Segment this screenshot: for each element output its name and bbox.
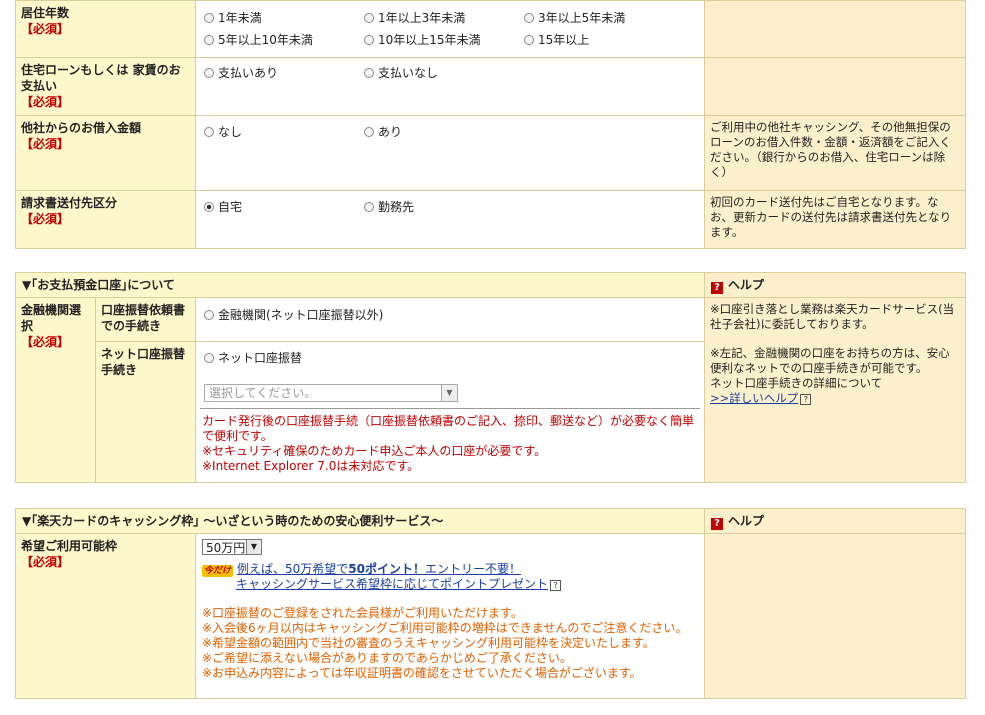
bank-note-1: カード発行後の口座振替手続（口座振替依頼書のご記入、捺印、郵送など）が必要なく簡…	[202, 414, 695, 443]
chevron-down-icon[interactable]: ▼	[246, 540, 261, 554]
radio-icon[interactable]	[524, 35, 534, 45]
other-loans-option-yes[interactable]: あり	[364, 124, 402, 140]
cashing-label: 希望ご利用可能枠	[21, 539, 118, 553]
bank-notes: カード発行後の口座振替手続（口座振替依頼書のご記入、捺印、郵送など）が必要なく簡…	[202, 414, 698, 474]
bank-note-3: ※Internet Explorer 7.0は未対応です。	[202, 459, 420, 473]
residence-option-1[interactable]: 1年以上3年未満	[364, 10, 465, 26]
residence-help-cell	[704, 0, 966, 58]
radio-icon[interactable]	[364, 35, 374, 45]
housing-label: 住宅ローンもしくは 家賃のお支払い	[21, 63, 181, 93]
help-icon: ?	[711, 518, 724, 530]
billing-options: 自宅 勤務先	[195, 190, 705, 249]
billing-label-cell: 請求書送付先区分 【必須】	[15, 190, 196, 249]
cashing-note: ※お申込み内容によっては年収証明書の確認をさせていただく場合がございます。	[202, 666, 642, 680]
cashing-note: ※希望金額の範囲内で当社の審査のうえキャッシング利用可能枠を決定いたします。	[202, 636, 655, 650]
other-loans-label: 他社からのお借入金額	[21, 121, 142, 135]
chevron-down-icon[interactable]: ▼	[441, 385, 457, 401]
other-loans-required: 【必須】	[21, 137, 70, 151]
cashing-help-cell	[704, 533, 967, 699]
radio-icon[interactable]	[204, 310, 214, 320]
bank-sub2-label: ネット口座振替手続き	[95, 341, 196, 483]
residence-option-0[interactable]: 1年未満	[204, 10, 262, 26]
other-loans-option-none[interactable]: なし	[204, 124, 242, 140]
cashing-label-cell: 希望ご利用可能枠 【必須】	[15, 533, 196, 699]
residence-option-3[interactable]: 5年以上10年未満	[204, 32, 313, 48]
radio-icon[interactable]	[524, 13, 534, 23]
bank-sub2-option-cell: ネット口座振替 選択してください。 ▼ カード発行後の口座振替手続（口座振替依頼書…	[194, 341, 706, 483]
bank-label-cell: 金融機関選択 【必須】	[15, 297, 96, 483]
radio-icon[interactable]	[364, 127, 374, 137]
other-loans-help: ご利用中の他社キャッシング、その他無担保のローンのお借入件数・金額・返済額をご記…	[704, 115, 966, 191]
bank-sub1-label: 口座振替依頼書での手続き	[95, 297, 196, 342]
radio-icon[interactable]	[204, 127, 214, 137]
billing-option-home[interactable]: 自宅	[204, 199, 242, 215]
cashing-note: ※ご希望に添えない場合がありますのであらかじめご了承ください。	[202, 651, 572, 665]
promo-detail-link[interactable]: キャッシングサービス希望枠に応じてポイントプレゼント	[236, 577, 548, 591]
residence-option-5[interactable]: 15年以上	[524, 32, 589, 48]
residence-label: 居住年数	[21, 6, 70, 20]
radio-icon[interactable]	[204, 353, 214, 363]
cashing-section-title: ▼｢楽天カードのキャッシング枠｣ ～いざという時のための安心便利サービス～	[14, 508, 706, 534]
billing-label: 請求書送付先区分	[21, 196, 118, 210]
detailed-help-link[interactable]: >>詳しいヘルプ	[710, 391, 798, 405]
radio-icon[interactable]	[364, 68, 374, 78]
bank-help-link-row: >>詳しいヘルプ?	[710, 391, 960, 406]
promo-line-2: キャッシングサービス希望枠に応じてポイントプレゼント?	[202, 577, 698, 592]
cashing-required: 【必須】	[21, 555, 70, 569]
cashing-notes: ※口座振替のご登録をされた会員様がご利用いただけます。 ※入会後6ヶ月以内はキャ…	[202, 606, 698, 681]
bank-option-net[interactable]: ネット口座振替	[204, 350, 302, 366]
bank-sub1-option-cell: 金融機関(ネット口座振替以外)	[194, 297, 706, 342]
bank-help-1: ※口座引き落とし業務は楽天カードサービス(当社子会社)に委託しております。	[710, 302, 955, 331]
radio-icon[interactable]	[364, 13, 374, 23]
promo-line-1: 今だけ 例えば、50万希望で50ポイント！エントリー不要！	[202, 562, 698, 577]
bank-help-3: ネット口座手続きの詳細について	[710, 376, 883, 390]
bank-help-2: ※左記、金融機関の口座をお持ちの方は、安心便利なネットでの口座手続きが可能です。	[710, 346, 950, 375]
limited-time-badge: 今だけ	[202, 565, 234, 577]
other-loans-options: なし あり	[195, 115, 705, 191]
cashing-section-table: ▼｢楽天カードのキャッシング枠｣ ～いざという時のための安心便利サービス～ ? ヘ…	[14, 508, 967, 699]
residence-option-2[interactable]: 3年以上5年未満	[524, 10, 625, 26]
housing-options: 支払いあり 支払いなし	[195, 57, 705, 116]
other-loans-label-cell: 他社からのお借入金額 【必須】	[15, 115, 196, 191]
question-icon: ?	[550, 580, 562, 591]
question-icon: ?	[800, 394, 812, 405]
bank-help-header: ? ヘルプ	[704, 272, 967, 298]
promo-link[interactable]: 例えば、50万希望で50ポイント！エントリー不要！	[237, 562, 521, 576]
radio-icon[interactable]	[204, 13, 214, 23]
housing-label-cell: 住宅ローンもしくは 家賃のお支払い 【必須】	[15, 57, 196, 116]
housing-option-yes[interactable]: 支払いあり	[204, 65, 278, 81]
bank-section-title: ▼｢お支払預金口座｣について	[14, 272, 706, 298]
bank-select[interactable]: 選択してください。 ▼	[204, 384, 458, 402]
radio-icon[interactable]	[204, 35, 214, 45]
bank-help-cell: ※口座引き落とし業務は楽天カードサービス(当社子会社)に委託しております。 ※左…	[704, 297, 967, 483]
housing-option-no[interactable]: 支払いなし	[364, 65, 438, 81]
radio-icon[interactable]	[364, 202, 374, 212]
bank-section-table: ▼｢お支払預金口座｣について ? ヘルプ 金融機関選択 【必須】 口座振替依頼書で…	[14, 272, 967, 483]
divider	[200, 408, 701, 409]
radio-icon[interactable]	[204, 68, 214, 78]
personal-info-table: 居住年数 【必須】 1年未満 1年以上3年未満 3年以上5年未満 5年以上10年…	[15, 0, 966, 249]
bank-note-2: ※セキュリティ確保のためカード申込ご本人の口座が必要です。	[202, 444, 547, 458]
cashing-help-header: ? ヘルプ	[704, 508, 967, 534]
help-icon: ?	[711, 282, 724, 294]
residence-required: 【必須】	[21, 22, 70, 36]
residence-options: 1年未満 1年以上3年未満 3年以上5年未満 5年以上10年未満 10年以上15…	[195, 0, 705, 58]
billing-option-work[interactable]: 勤務先	[364, 199, 414, 215]
housing-required: 【必須】	[21, 95, 70, 109]
bank-option-standard[interactable]: 金融機関(ネット口座振替以外)	[204, 307, 383, 323]
housing-help-cell	[704, 57, 966, 116]
residence-option-4[interactable]: 10年以上15年未満	[364, 32, 481, 48]
cashing-amount-select[interactable]: 50万円 ▼	[202, 539, 262, 555]
cashing-note: ※入会後6ヶ月以内はキャッシングご利用可能枠の増枠はできませんのでご注意ください…	[202, 621, 688, 635]
billing-required: 【必須】	[21, 212, 70, 226]
billing-help: 初回のカード送付先はご自宅となります。なお、更新カードの送付先は請求書送付先とな…	[704, 190, 966, 249]
cashing-value-cell: 50万円 ▼ 今だけ 例えば、50万希望で50ポイント！エントリー不要！ キャッシン…	[194, 533, 706, 699]
bank-label: 金融機関選択	[21, 303, 82, 333]
cashing-note: ※口座振替のご登録をされた会員様がご利用いただけます。	[202, 606, 523, 620]
residence-label-cell: 居住年数 【必須】	[15, 0, 196, 58]
radio-selected-icon[interactable]	[204, 202, 214, 212]
bank-required: 【必須】	[21, 335, 70, 349]
